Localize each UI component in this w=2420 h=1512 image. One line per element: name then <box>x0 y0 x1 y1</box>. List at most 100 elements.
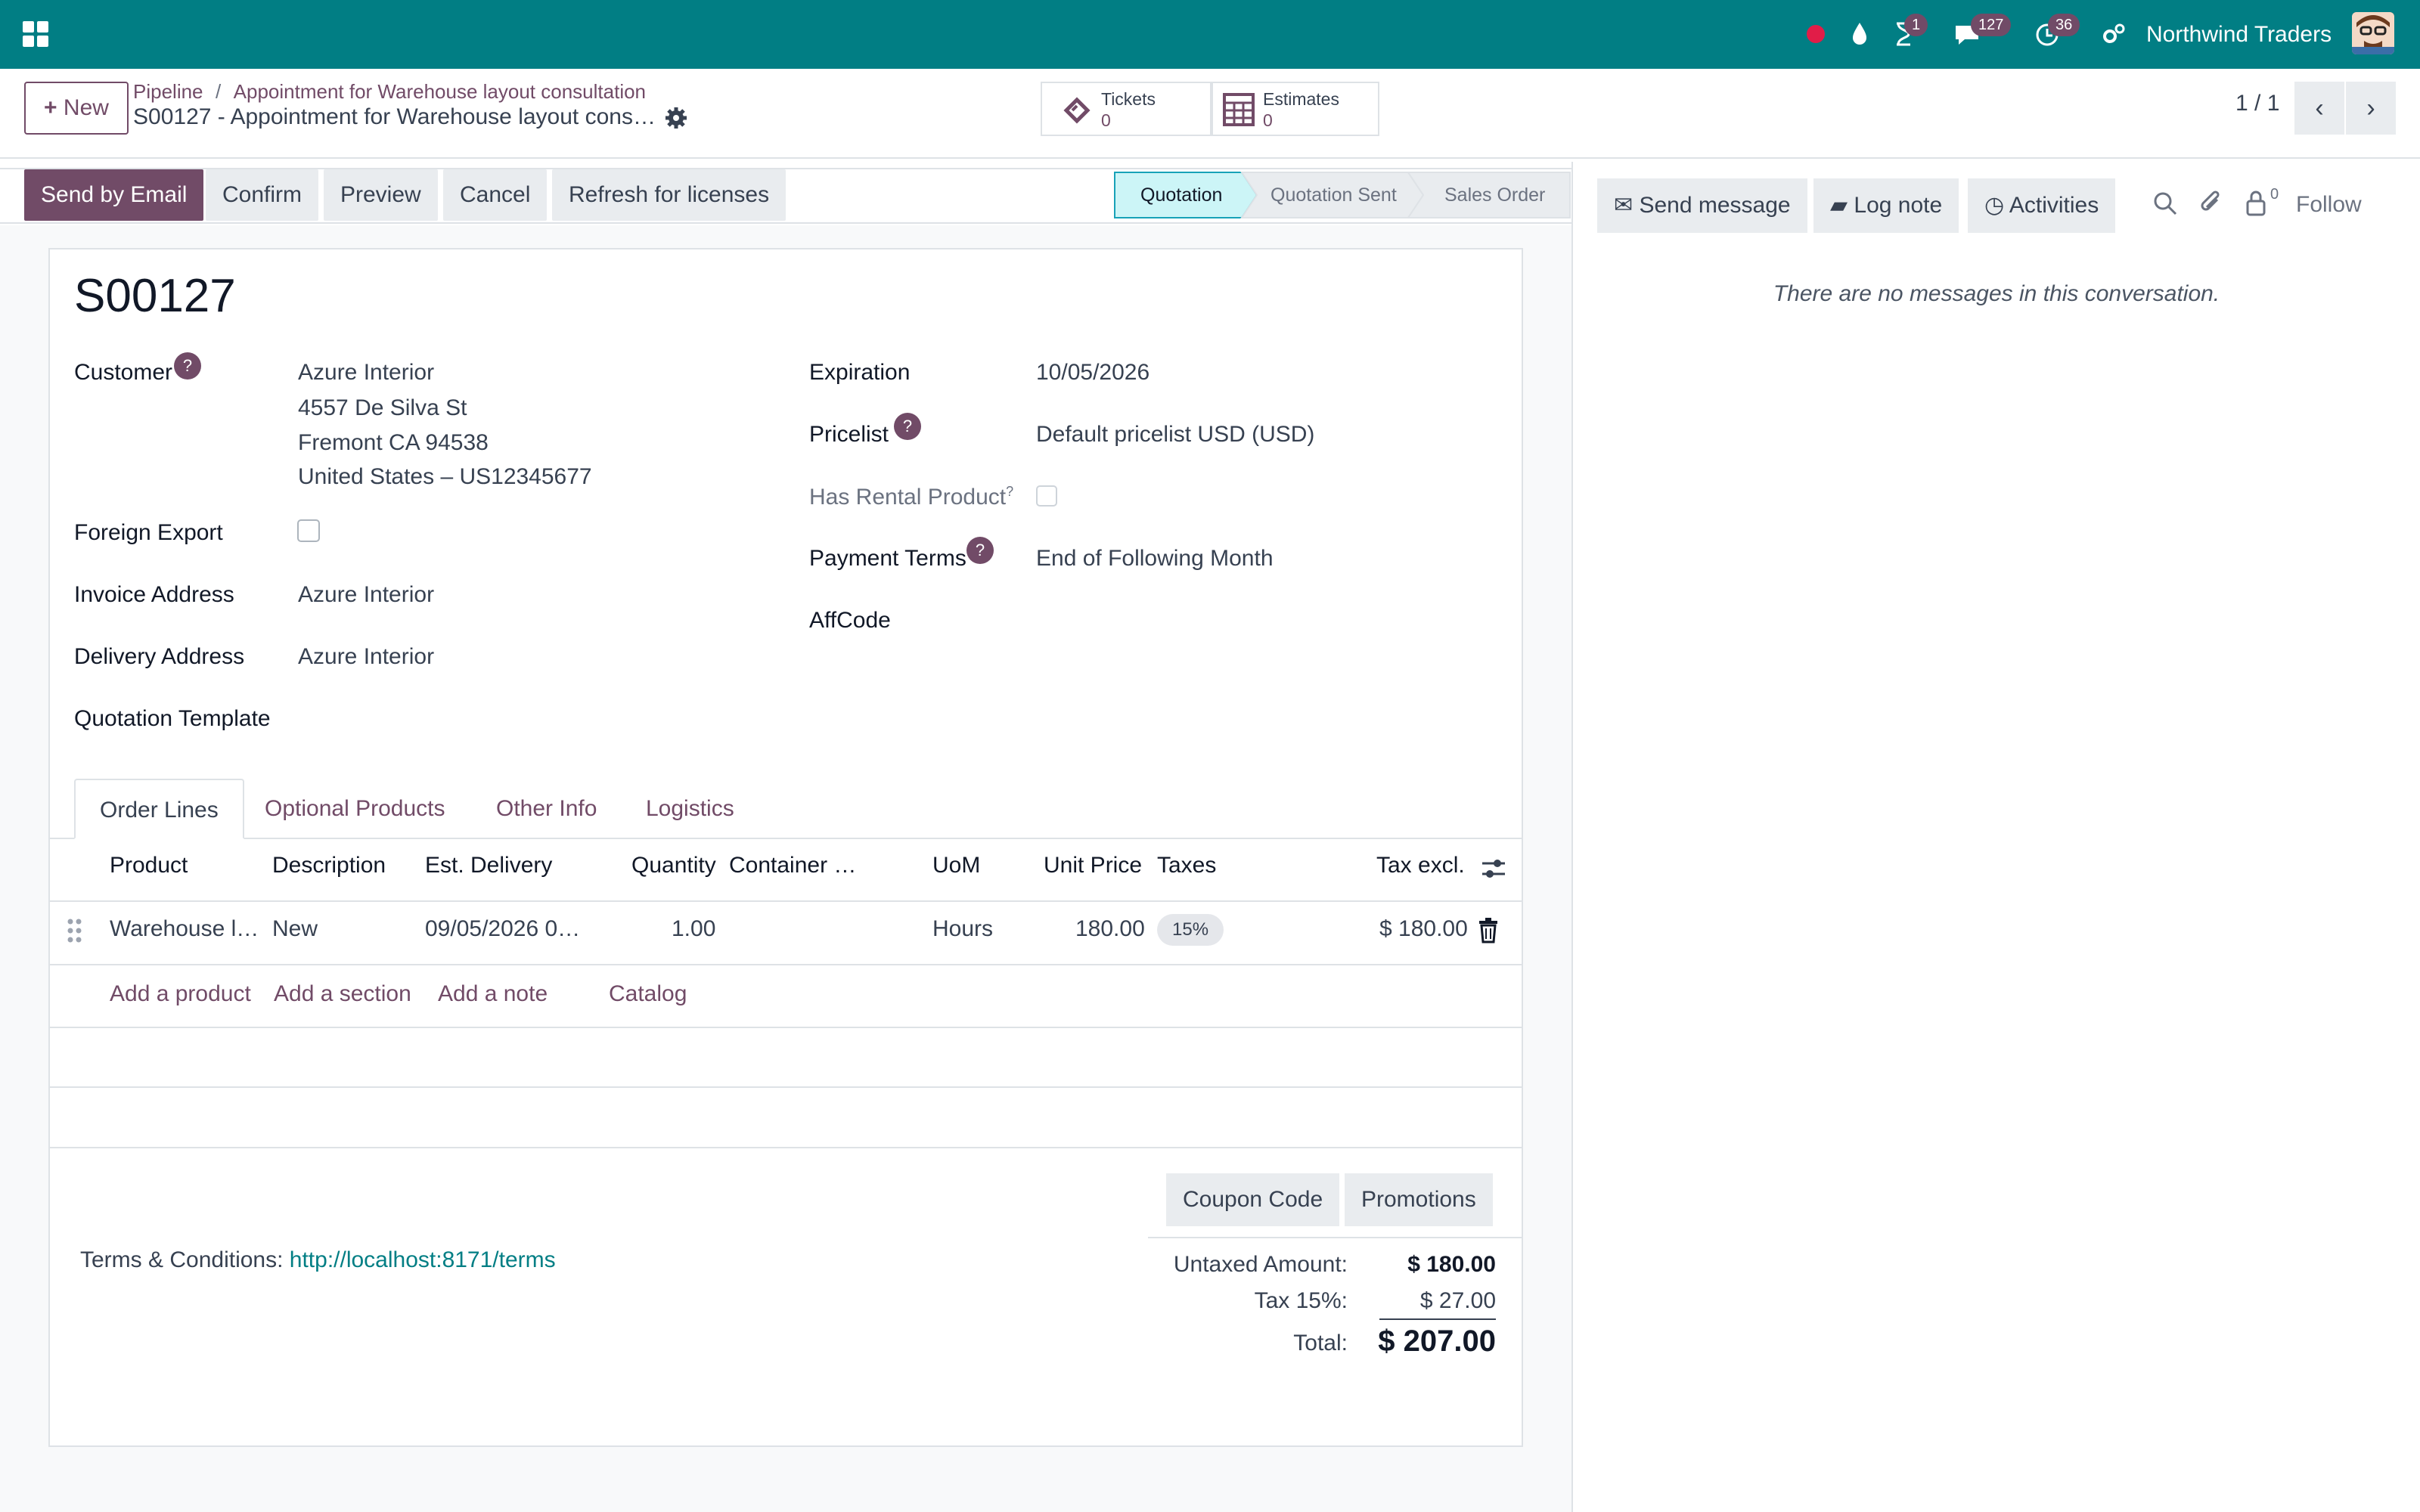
record-settings-gear-icon[interactable] <box>664 106 688 134</box>
terms-link[interactable]: http://localhost:8171/terms <box>290 1247 556 1272</box>
activities-button[interactable]: ◷ Activities <box>1968 178 2116 233</box>
cancel-button[interactable]: Cancel <box>443 169 548 221</box>
terms-label: Terms & Conditions: <box>80 1247 284 1272</box>
customer-name[interactable]: Azure Interior <box>298 360 434 386</box>
pager-value[interactable]: 1 / 1 <box>2235 91 2279 116</box>
delivery-address-value[interactable]: Azure Interior <box>298 644 434 670</box>
foreign-export-label: Foreign Export <box>74 520 223 545</box>
line-unit-price[interactable]: 180.00 <box>1075 916 1145 942</box>
tab-other-info[interactable]: Other Info <box>472 779 621 839</box>
line-description[interactable]: New <box>272 916 318 942</box>
has-rental-label: Has Rental Product? <box>809 484 1013 510</box>
line-quantity[interactable]: 1.00 <box>672 916 715 942</box>
company-name[interactable]: Northwind Traders <box>2146 20 2332 50</box>
col-est-delivery[interactable]: Est. Delivery <box>425 853 552 878</box>
stage-quotation-sent[interactable]: Quotation Sent <box>1270 171 1397 219</box>
activity-badge: 1 <box>1904 14 1928 36</box>
quotation-template-field[interactable] <box>298 700 721 735</box>
followers-lock-icon[interactable] <box>2245 189 2267 220</box>
pricelist-value[interactable]: Default pricelist USD (USD) <box>1036 422 1314 448</box>
settings-gears-icon[interactable] <box>2096 17 2131 51</box>
optional-columns-sliders-icon[interactable] <box>1481 856 1506 885</box>
payment-terms-value[interactable]: End of Following Month <box>1036 546 1274 572</box>
total-divider <box>1379 1318 1496 1320</box>
add-product-link[interactable]: Add a product <box>110 981 251 1007</box>
line-subtotal: $ 180.00 <box>1379 916 1468 941</box>
catalog-link[interactable]: Catalog <box>609 981 687 1007</box>
col-unit-price[interactable]: Unit Price <box>1044 853 1142 878</box>
row-divider <box>50 1027 1522 1028</box>
tab-logistics[interactable]: Logistics <box>622 779 759 839</box>
delivery-address-label: Delivery Address <box>74 644 245 669</box>
expiration-value[interactable]: 10/05/2026 <box>1036 360 1150 386</box>
preview-button[interactable]: Preview <box>324 169 438 221</box>
add-section-link[interactable]: Add a section <box>274 981 411 1007</box>
untaxed-label: Untaxed Amount: <box>1173 1252 1348 1277</box>
app-menu-icon[interactable] <box>23 21 48 47</box>
add-note-link[interactable]: Add a note <box>438 981 548 1007</box>
rental-help-mark: ? <box>1006 484 1014 499</box>
pager-next-button[interactable]: › <box>2346 82 2396 135</box>
breadcrumb-pipeline[interactable]: Pipeline <box>133 80 203 103</box>
customer-country-vat: United States – US12345677 <box>298 464 592 489</box>
customer-help-icon[interactable]: ? <box>174 352 201 380</box>
line-tax-tag[interactable]: 15% <box>1157 914 1224 946</box>
expiration-label: Expiration <box>809 360 911 385</box>
row-divider <box>50 964 1522 965</box>
promotions-button[interactable]: Promotions <box>1345 1173 1493 1226</box>
clock-outline-icon: ◷ <box>1984 193 2005 218</box>
drop-icon[interactable] <box>1842 17 1877 51</box>
stage-sales-order[interactable]: Sales Order <box>1444 171 1545 219</box>
estimates-count: 0 <box>1263 110 1273 130</box>
tab-order-lines[interactable]: Order Lines <box>74 779 244 839</box>
user-avatar[interactable] <box>2352 12 2394 54</box>
send-by-email-button[interactable]: Send by Email <box>24 169 204 221</box>
refresh-licenses-button[interactable]: Refresh for licenses <box>552 169 786 221</box>
line-uom[interactable]: Hours <box>932 916 993 942</box>
foreign-export-checkbox[interactable] <box>297 519 320 542</box>
tickets-stat-button[interactable]: Tickets 0 <box>1041 82 1212 136</box>
new-button[interactable]: + New <box>24 82 129 135</box>
payment-terms-help-icon[interactable]: ? <box>966 537 994 564</box>
tab-optional-products[interactable]: Optional Products <box>240 779 469 839</box>
tax-value: $ 27.00 <box>1419 1288 1496 1313</box>
untaxed-value: $ 180.00 <box>1407 1252 1496 1277</box>
total-value: $ 207.00 <box>1378 1325 1496 1358</box>
confirm-button[interactable]: Confirm <box>206 169 319 221</box>
invoice-address-value[interactable]: Azure Interior <box>298 582 434 608</box>
col-taxes[interactable]: Taxes <box>1157 853 1216 878</box>
col-tax-excl[interactable]: Tax excl. <box>1376 853 1465 878</box>
line-est-delivery[interactable]: 09/05/2026 0… <box>425 916 580 942</box>
send-message-button[interactable]: ✉ Send message <box>1597 178 1807 233</box>
has-rental-text: Has Rental Product <box>809 485 1007 510</box>
terms-conditions: Terms & Conditions: http://localhost:817… <box>80 1247 556 1273</box>
note-icon: ▰ <box>1830 193 1848 218</box>
follow-button[interactable]: Follow <box>2296 192 2362 218</box>
col-container[interactable]: Container … <box>729 853 856 878</box>
breadcrumb: Pipeline / Appointment for Warehouse lay… <box>133 80 647 103</box>
line-product[interactable]: Warehouse l… <box>110 916 259 942</box>
coupon-code-button[interactable]: Coupon Code <box>1166 1173 1340 1226</box>
invoice-address-label: Invoice Address <box>74 582 234 607</box>
pricelist-help-icon[interactable]: ? <box>894 413 921 440</box>
col-description[interactable]: Description <box>272 853 386 878</box>
paperclip-icon[interactable] <box>2199 189 2225 220</box>
pager-previous-button[interactable]: ‹ <box>2294 82 2344 135</box>
calculator-table-icon <box>1222 92 1255 131</box>
delete-line-trash-icon[interactable] <box>1478 918 1499 947</box>
log-note-button[interactable]: ▰ Log note <box>1813 178 1959 233</box>
tax-label: Tax 15%: <box>1254 1288 1348 1313</box>
estimates-stat-button[interactable]: Estimates 0 <box>1212 82 1379 136</box>
stage-quotation[interactable]: Quotation <box>1140 171 1222 219</box>
affcode-label: AffCode <box>809 608 891 633</box>
col-quantity[interactable]: Quantity <box>631 853 716 878</box>
breadcrumb-opportunity[interactable]: Appointment for Warehouse layout consult… <box>234 80 646 103</box>
affcode-field[interactable] <box>1036 602 1490 637</box>
drag-handle-icon[interactable] <box>67 918 83 947</box>
payment-terms-label: Payment Terms <box>809 546 966 571</box>
search-icon[interactable] <box>2152 191 2178 220</box>
col-product[interactable]: Product <box>110 853 188 878</box>
row-divider <box>50 1147 1522 1148</box>
col-uom[interactable]: UoM <box>932 853 980 878</box>
recording-indicator-icon[interactable] <box>1798 17 1833 51</box>
